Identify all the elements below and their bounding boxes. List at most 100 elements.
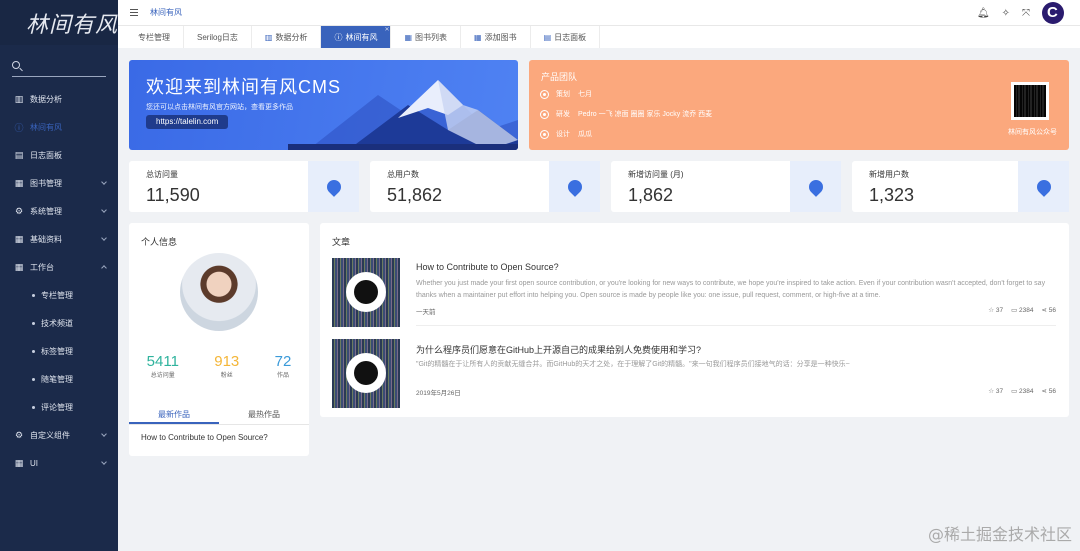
team-role: 研发 (556, 111, 570, 118)
tab-serilog[interactable]: Serilog日志 (184, 26, 252, 48)
welcome-banner: 欢迎来到林间有风CMS 您还可以点击林间有风官方网站，查看更多作品 https:… (129, 60, 518, 150)
comment-count[interactable]: ▭ 2384 (1011, 306, 1033, 314)
sidebar-item-label: 图书管理 (30, 178, 62, 188)
sidebar-item-label: 技术频道 (41, 318, 73, 328)
comment-count[interactable]: ▭ 2384 (1011, 387, 1033, 395)
sidebar-item-workbench[interactable]: ▦ 工作台 (0, 253, 118, 281)
sidebar-item-label: 工作台 (30, 262, 54, 272)
article-item[interactable]: 为什么程序员们愿意在GitHub上开源自己的成果给别人免费使用和学习? "Git… (332, 339, 1056, 408)
fullscreen-icon[interactable]: ⤧ (1022, 8, 1030, 19)
location-pin-icon (1033, 176, 1054, 197)
chart-icon: ▥ (264, 32, 273, 42)
sidebar-item-ui[interactable]: ▦ UI (0, 449, 118, 477)
stat-label: 新增访问量 (月) (628, 170, 684, 179)
star-count[interactable]: ☆ 37 (988, 306, 1003, 314)
website-link-button[interactable]: https://talelin.com (146, 115, 229, 129)
tab-latest-works[interactable]: 最新作品 (129, 406, 219, 424)
sidebar-subitem-tags[interactable]: 标签管理 (0, 337, 118, 365)
sidebar-item-label: 随笔管理 (41, 374, 73, 384)
bullet-icon (32, 405, 35, 409)
sidebar-item-label: 数据分析 (30, 94, 62, 104)
star-count[interactable]: ☆ 37 (988, 387, 1003, 395)
sidebar-item-linjian[interactable]: ⓘ 林间有风 (0, 113, 118, 141)
tab-column-manage[interactable]: 专栏管理 (125, 26, 184, 48)
team-row-design: 设计 瓜瓜 (541, 129, 592, 139)
tab-label: 图书列表 (415, 32, 448, 42)
comment-value: 2384 (1019, 388, 1034, 395)
info-icon: ⓘ (14, 122, 24, 133)
bullet-icon (541, 130, 548, 138)
sidebar-item-data-analysis[interactable]: ▥ 数据分析 (0, 85, 118, 113)
tab-label: 日志面板 (554, 32, 587, 42)
sidebar-subitem-tech[interactable]: 技术频道 (0, 309, 118, 337)
article-meta: ☆ 37 ▭ 2384 ⋖ 56 (988, 306, 1056, 314)
tab-add-book[interactable]: ▦ 添加图书 (461, 26, 531, 48)
avatar[interactable] (1042, 2, 1064, 24)
breadcrumb[interactable]: 林间有风 (150, 7, 182, 18)
info-icon: ⓘ (334, 32, 343, 42)
stat-label: 总用户数 (387, 170, 419, 179)
tab-label: Serilog日志 (197, 32, 238, 42)
sidebar-item-label: 标签管理 (41, 346, 73, 356)
sidebar-item-label: 系统管理 (30, 206, 62, 216)
stat-card-total-users: 总用户数 51,862 (370, 161, 600, 212)
article-title[interactable]: How to Contribute to Open Source? (416, 262, 559, 272)
search-input[interactable] (12, 59, 106, 77)
tab-linjian[interactable]: ⓘ 林间有风 ✕ (321, 26, 392, 48)
chevron-up-icon (101, 265, 107, 271)
search-icon (12, 61, 20, 69)
sidebar-item-label: 专栏管理 (41, 290, 73, 300)
team-row-planning: 策划 七月 (541, 89, 592, 99)
share-value: 56 (1048, 388, 1056, 395)
sidebar-item-base-data[interactable]: ▦ 基础资料 (0, 225, 118, 253)
tab-data-analysis[interactable]: ▥ 数据分析 (252, 26, 322, 48)
location-pin-icon (323, 176, 344, 197)
sidebar-item-log-panel[interactable]: ▤ 日志面板 (0, 141, 118, 169)
work-list-item[interactable]: How to Contribute to Open Source? (141, 433, 268, 442)
profile-tabs: 最新作品 最热作品 (129, 406, 309, 425)
comment-value: 2384 (1019, 307, 1034, 314)
tab-hot-works[interactable]: 最热作品 (219, 406, 309, 424)
share-count[interactable]: ⋖ 56 (1042, 387, 1057, 395)
sidebar-subitem-column[interactable]: 专栏管理 (0, 281, 118, 309)
stat-label: 新增用户数 (869, 170, 909, 179)
sidebar-subitem-comment[interactable]: 评论管理 (0, 393, 118, 421)
share-count[interactable]: ⋖ 56 (1042, 306, 1057, 314)
menu-toggle-icon[interactable] (130, 9, 138, 16)
banner-subtitle: 您还可以点击林间有风官方网站，查看更多作品 (146, 104, 293, 111)
profile-stat-value: 72 (274, 353, 292, 370)
stat-icon-box (308, 161, 359, 212)
sidebar-menu: ▥ 数据分析 ⓘ 林间有风 ▤ 日志面板 ▦ 图书管理 ⚙ 系统管理 ▦ 基础资料 ▦ 工作台… (0, 85, 118, 477)
ui-icon: ▦ (14, 457, 24, 468)
workbench-icon: ▦ (14, 261, 24, 272)
stat-icon-box (790, 161, 841, 212)
tab-label: 添加图书 (484, 32, 517, 42)
article-title[interactable]: 为什么程序员们愿意在GitHub上开源自己的成果给别人免费使用和学习? (416, 343, 701, 356)
profile-avatar (180, 253, 258, 331)
close-icon[interactable]: ✕ (384, 26, 389, 33)
bullet-icon (32, 377, 35, 381)
article-date: 2019年5月26日 (416, 390, 461, 397)
stat-value: 51,862 (387, 185, 443, 205)
sidebar-item-book-manage[interactable]: ▦ 图书管理 (0, 169, 118, 197)
tab-label: 专栏管理 (138, 32, 170, 42)
tab-label: 林间有风 (345, 32, 378, 42)
tab-book-list[interactable]: ▦ 图书列表 (391, 26, 462, 48)
sidebar-subitem-essay[interactable]: 随笔管理 (0, 365, 118, 393)
sidebar-item-system-manage[interactable]: ⚙ 系统管理 (0, 197, 118, 225)
stat-value: 11,590 (146, 185, 200, 205)
article-item[interactable]: How to Contribute to Open Source? Whethe… (332, 258, 1056, 327)
sidebar-item-custom-component[interactable]: ⚙ 自定义组件 (0, 421, 118, 449)
stat-value: 1,862 (628, 185, 674, 205)
logo[interactable]: 林间有风 (0, 0, 118, 45)
bell-icon[interactable]: 🔔︎ (977, 8, 990, 19)
divider (416, 325, 1056, 326)
tab-bar: 专栏管理 Serilog日志 ▥ 数据分析 ⓘ 林间有风 ✕ ▦ 图书列表 ▦ 添加图书 … (118, 25, 1080, 48)
profile-stat-label: 粉丝 (220, 373, 233, 379)
bullet-icon (32, 293, 35, 297)
stat-icon-box (549, 161, 600, 212)
location-pin-icon (564, 176, 585, 197)
tab-log-panel[interactable]: ▤ 日志面板 (531, 26, 601, 48)
profile-title: 个人信息 (141, 237, 178, 247)
magic-wand-icon[interactable]: ✧ (1002, 8, 1010, 19)
